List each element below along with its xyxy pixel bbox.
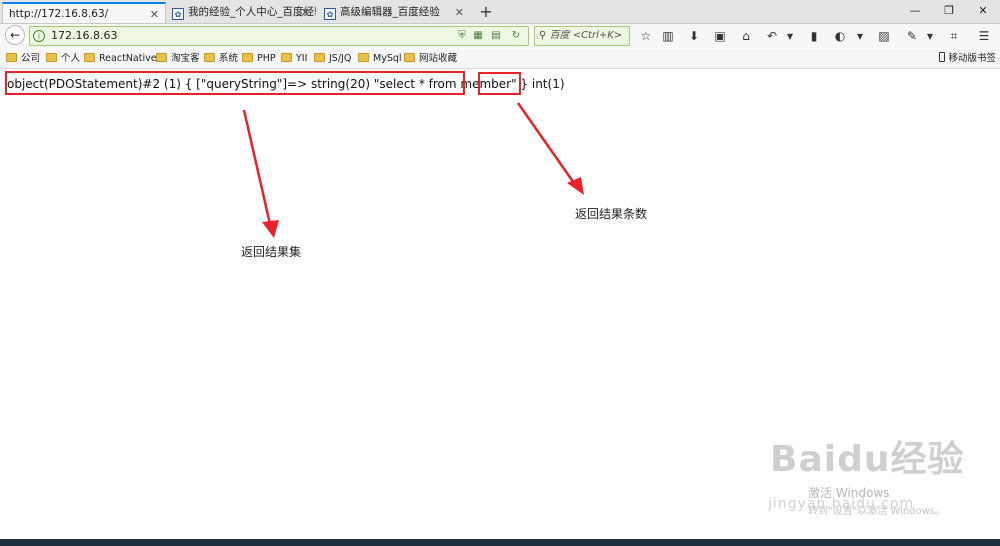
folder-icon bbox=[281, 53, 292, 62]
tab-label: 高级编辑器_百度经验 bbox=[340, 6, 440, 18]
crop-icon[interactable]: ⌗ bbox=[946, 28, 962, 44]
new-tab-button[interactable]: + bbox=[476, 2, 496, 22]
info-icon[interactable]: i bbox=[33, 30, 45, 42]
result-set-highlight-box bbox=[5, 71, 465, 95]
baidu-paw-icon: ✿ bbox=[172, 8, 184, 20]
search-bar[interactable]: ⚲ 百度 <Ctrl+K> bbox=[534, 26, 630, 46]
tab-strip: http://172.16.8.63/ ✕ ✿ 我的经验_个人中心_百度经验 ✕ … bbox=[0, 0, 1000, 24]
url-text[interactable]: 172.16.8.63 bbox=[51, 27, 117, 45]
folder-icon bbox=[84, 53, 95, 62]
result-count-highlight-box bbox=[478, 72, 521, 95]
folder-icon bbox=[242, 53, 253, 62]
folder-icon bbox=[204, 53, 215, 62]
bookmark-folder[interactable]: YII bbox=[281, 51, 307, 66]
close-window-button[interactable]: ✕ bbox=[966, 0, 1000, 23]
bookmark-folder[interactable]: PHP bbox=[242, 51, 276, 66]
extension-green-icon[interactable]: ▮ bbox=[806, 28, 822, 44]
bookmark-folder[interactable]: 网站收藏 bbox=[404, 51, 457, 66]
back-button[interactable]: ← bbox=[5, 25, 25, 45]
screenshot-icon[interactable]: ▨ bbox=[876, 28, 892, 44]
result-count-label: 返回结果条数 bbox=[575, 207, 648, 221]
phone-icon bbox=[939, 52, 946, 62]
baidu-paw-icon: ✿ bbox=[324, 8, 336, 20]
minimize-button[interactable]: — bbox=[898, 0, 932, 23]
folder-icon bbox=[358, 53, 369, 62]
folder-icon bbox=[156, 53, 167, 62]
tab-my-experience[interactable]: ✿ 我的经验_个人中心_百度经验 ✕ bbox=[166, 2, 316, 23]
tab-advanced-editor[interactable]: ✿ 高级编辑器_百度经验 ✕ bbox=[318, 2, 470, 23]
search-placeholder[interactable]: 百度 <Ctrl+K> bbox=[550, 30, 623, 41]
palette-icon[interactable]: ◐ bbox=[832, 28, 848, 44]
bookmark-star-icon[interactable]: ☆ bbox=[638, 28, 654, 44]
bookmark-folder[interactable]: JS/JQ bbox=[314, 51, 351, 66]
home-icon[interactable]: ⌂ bbox=[738, 28, 754, 44]
tab-label: http://172.16.8.63/ bbox=[9, 8, 109, 20]
bookmark-folder[interactable]: ReactNative bbox=[84, 51, 157, 66]
dropdown-icon[interactable]: ▾ bbox=[922, 28, 938, 44]
bookmark-folder[interactable]: 个人 bbox=[46, 51, 80, 66]
result-set-label: 返回结果集 bbox=[241, 245, 302, 259]
close-tab-icon[interactable]: ✕ bbox=[455, 2, 464, 23]
shield-icon[interactable]: ⛨ bbox=[456, 30, 468, 42]
pocket-icon[interactable]: ▣ bbox=[712, 28, 728, 44]
mobile-bookmarks[interactable]: 移动版书签 bbox=[939, 51, 996, 66]
tab-current[interactable]: http://172.16.8.63/ ✕ bbox=[2, 2, 166, 23]
navigation-toolbar: ← i 172.16.8.63 ⛨ ▦ ▤ ↻ ⚲ 百度 <Ctrl+K> ☆ … bbox=[0, 24, 1000, 48]
menu-icon[interactable]: ☰ bbox=[976, 28, 992, 44]
download-icon[interactable]: ⬇ bbox=[686, 28, 702, 44]
undo-icon[interactable]: ↶ bbox=[764, 28, 780, 44]
close-tab-icon[interactable]: ✕ bbox=[150, 4, 159, 23]
qr-code-icon[interactable]: ▦ bbox=[472, 30, 484, 42]
baidu-watermark-logo: Baidu经验 bbox=[770, 439, 965, 480]
dropdown-icon[interactable]: ▾ bbox=[782, 28, 798, 44]
baidu-watermark-url: jingyan.baidu.com bbox=[768, 496, 915, 512]
bookmark-folder[interactable]: 淘宝客 bbox=[156, 51, 200, 66]
folder-icon bbox=[314, 53, 325, 62]
close-tab-icon[interactable]: ✕ bbox=[301, 2, 310, 23]
folder-icon bbox=[404, 53, 415, 62]
tab-label: 我的经验_个人中心_百度经验 bbox=[188, 6, 316, 18]
folder-icon bbox=[46, 53, 57, 62]
addon-icon[interactable]: ✎ bbox=[904, 28, 920, 44]
search-icon: ⚲ bbox=[539, 30, 550, 41]
maximize-button[interactable]: ❐ bbox=[932, 0, 966, 23]
address-bar[interactable]: i 172.16.8.63 ⛨ ▦ ▤ ↻ bbox=[29, 26, 529, 46]
library-icon[interactable]: ▥ bbox=[660, 28, 676, 44]
reload-icon[interactable]: ↻ bbox=[510, 30, 522, 42]
folder-icon bbox=[6, 53, 17, 62]
dropdown-icon[interactable]: ▾ bbox=[852, 28, 868, 44]
taskbar bbox=[0, 539, 1000, 546]
bookmarks-bar: 公司 个人 ReactNative 淘宝客 系统 PHP YII JS/JQ M… bbox=[0, 49, 1000, 69]
bookmark-folder[interactable]: MySql bbox=[358, 51, 402, 66]
bookmark-folder[interactable]: 公司 bbox=[6, 51, 40, 66]
reader-icon[interactable]: ▤ bbox=[490, 30, 502, 42]
bookmark-folder[interactable]: 系统 bbox=[204, 51, 238, 66]
